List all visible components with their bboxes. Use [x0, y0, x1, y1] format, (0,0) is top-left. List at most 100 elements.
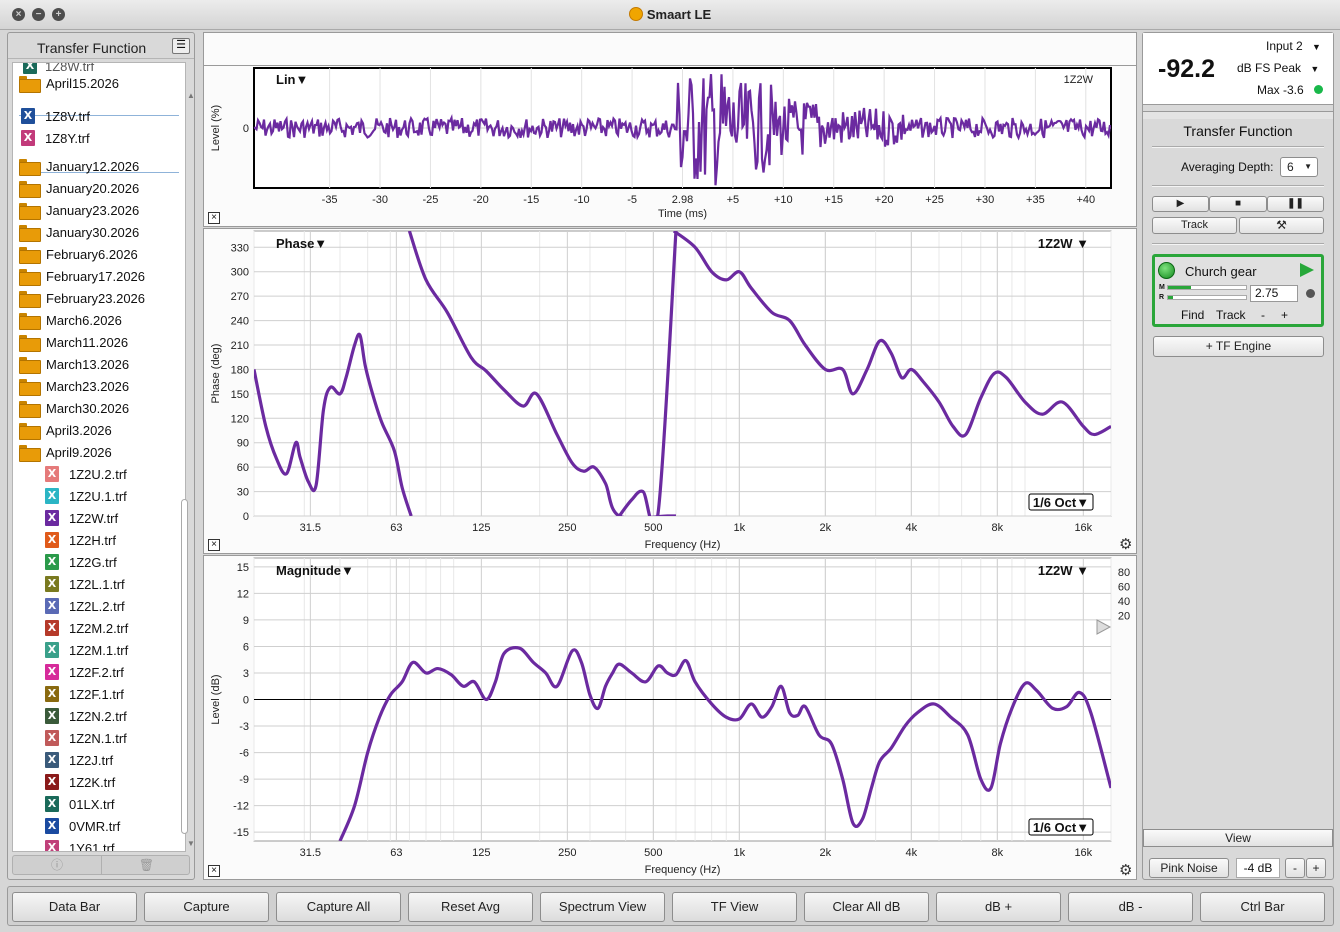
add-tf-engine-button[interactable]: + TF Engine	[1153, 336, 1324, 357]
engine-run-icon[interactable]	[1300, 263, 1314, 277]
tf-view-button[interactable]: TF View	[672, 892, 797, 922]
file-item[interactable]: X 1Z8Y.trf	[19, 127, 185, 149]
file-item[interactable]: X 1Z2H.trf	[43, 529, 185, 551]
clear-all-db-button[interactable]: Clear All dB	[804, 892, 929, 922]
folder-icon	[19, 181, 41, 198]
file-item[interactable]: X 1Z2M.1.trf	[43, 639, 185, 661]
file-icon: X	[45, 796, 59, 812]
view-button-label: View	[1225, 831, 1251, 845]
x-tick-label: 63	[390, 522, 402, 534]
folder-icon	[19, 445, 41, 462]
tools-button[interactable]: ⚒	[1239, 217, 1324, 234]
plot-settings-gear-icon[interactable]: ⚙	[1119, 861, 1132, 879]
folder-item[interactable]: February17.2026	[19, 265, 185, 287]
averaging-depth-select[interactable]: 6 ▼	[1280, 157, 1318, 177]
file-item[interactable]: X 0VMR.trf	[43, 815, 185, 837]
file-item[interactable]: X 1Z2L.1.trf	[43, 573, 185, 595]
find-button[interactable]: Find	[1181, 308, 1204, 322]
folder-item[interactable]: March23.2026	[19, 375, 185, 397]
folder-item[interactable]: March11.2026	[19, 331, 185, 353]
reset-avg-button[interactable]: Reset Avg	[408, 892, 533, 922]
pink-level-down-button[interactable]: -	[1285, 858, 1305, 878]
file-item[interactable]: X 1Z2N.2.trf	[43, 705, 185, 727]
trash-icon[interactable]: 🗑	[102, 856, 191, 874]
folder-item[interactable]: January30.2026	[19, 221, 185, 243]
folder-icon	[19, 76, 41, 93]
capture-button[interactable]: Capture	[144, 892, 269, 922]
capture-all-button[interactable]: Capture All	[276, 892, 401, 922]
tf-engine-card[interactable]: Church gear M R 2.75 Find Track - +	[1152, 254, 1324, 327]
pink-level-up-button[interactable]: +	[1306, 858, 1326, 878]
delay-decrement-button[interactable]: -	[1261, 308, 1265, 322]
pink-noise-level[interactable]: -4 dB	[1236, 858, 1280, 878]
scroll-down-icon[interactable]: ▼	[187, 839, 195, 848]
pink-noise-button[interactable]: Pink Noise	[1149, 858, 1229, 878]
view-button[interactable]: View	[1143, 829, 1333, 847]
list-item-label: 1Z2K.trf	[69, 775, 116, 790]
file-item[interactable]: X 1Z2N.1.trf	[43, 727, 185, 749]
folder-item[interactable]: February6.2026	[19, 243, 185, 265]
browser-menu-icon[interactable]: ☰	[172, 38, 190, 54]
play-button[interactable]: ▶	[1152, 196, 1209, 212]
pause-button[interactable]: ❚❚	[1267, 196, 1324, 212]
data-bar-button[interactable]: Data Bar	[12, 892, 137, 922]
plot-settings-gear-icon[interactable]: ⚙	[1119, 535, 1132, 553]
y-axis-label: Level (%)	[210, 105, 222, 151]
file-item[interactable]: X 1Y61.trf	[43, 837, 185, 851]
file-item[interactable]: X 1Z2F.2.trf	[43, 661, 185, 683]
db-button[interactable]: dB +	[936, 892, 1061, 922]
file-item[interactable]: X 1Z8V.trf	[19, 105, 185, 127]
folder-item[interactable]: March6.2026	[19, 309, 185, 331]
track-button[interactable]: Track	[1152, 217, 1237, 234]
x-tick-label: 63	[390, 847, 402, 859]
delay-field[interactable]: 2.75	[1250, 285, 1298, 302]
file-item[interactable]: X 01LX.trf	[43, 793, 185, 815]
file-tree[interactable]: X 1Z8W.trf April15.2026 X 1Z8V.trf X 1Z8Y.tr…	[12, 62, 186, 852]
folder-item[interactable]: April9.2026	[19, 441, 185, 463]
file-item[interactable]: X 1Z2U.2.trf	[43, 463, 185, 485]
input-select[interactable]: Input 2 ▼	[1266, 39, 1321, 53]
folder-item[interactable]: January20.2026	[19, 177, 185, 199]
file-item[interactable]: X 1Z2U.1.trf	[43, 485, 185, 507]
engine-name[interactable]: Church gear	[1185, 264, 1257, 279]
folder-item[interactable]: April3.2026	[19, 419, 185, 441]
magnitude-plot[interactable]: 31.5 63 125 250 500 1k 2k 4k 8k 16k -15 -12 -9 -6 -3 0 3…	[203, 555, 1137, 880]
meter-r-label: R	[1159, 294, 1165, 301]
file-item[interactable]: X 1Z2K.trf	[43, 771, 185, 793]
close-plot-icon[interactable]: ×	[208, 865, 220, 877]
y-tick-label: 180	[231, 364, 249, 376]
folder-item[interactable]: January23.2026	[19, 199, 185, 221]
plot-area	[253, 230, 1112, 517]
file-item[interactable]: X 1Z2W.trf	[43, 507, 185, 529]
trace-label: 1Z2W ▼	[1038, 563, 1089, 578]
reference-level-meter	[1167, 295, 1247, 300]
scroll-up-icon[interactable]: ▲	[187, 91, 195, 100]
list-item-label: April15.2026	[46, 76, 119, 91]
folder-item[interactable]: March30.2026	[19, 397, 185, 419]
delay-increment-button[interactable]: +	[1281, 308, 1288, 322]
engine-on-toggle-icon[interactable]	[1158, 262, 1175, 279]
control-panel: -92.2 Input 2 ▼ dB FS Peak ▼ Max -3.6 Tr…	[1142, 32, 1334, 880]
db-button[interactable]: dB -	[1068, 892, 1193, 922]
meter-mode-select[interactable]: dB FS Peak ▼	[1237, 61, 1319, 75]
phase-plot[interactable]: 31.5 63 125 250 500 1k 2k 4k 8k 16k 0 30 60 90 120 150 1…	[203, 228, 1137, 554]
folder-item[interactable]: March13.2026	[19, 353, 185, 375]
file-item[interactable]: X 1Z2L.2.trf	[43, 595, 185, 617]
track-delay-button[interactable]: Track	[1216, 308, 1246, 322]
stop-button[interactable]: ■	[1209, 196, 1267, 212]
file-item[interactable]: X 1Z2G.trf	[43, 551, 185, 573]
file-item[interactable]: X 1Z2M.2.trf	[43, 617, 185, 639]
file-item[interactable]: X 1Z2F.1.trf	[43, 683, 185, 705]
folder-item[interactable]: February23.2026	[19, 287, 185, 309]
input-meter[interactable]: -92.2 Input 2 ▼ dB FS Peak ▼ Max -3.6	[1143, 33, 1333, 105]
file-item[interactable]: X 1Z2J.trf	[43, 749, 185, 771]
ctrl-bar-button[interactable]: Ctrl Bar	[1200, 892, 1325, 922]
folder-item[interactable]: January12.2026	[19, 155, 185, 177]
info-icon[interactable]: ⓘ	[13, 856, 102, 874]
browser-scroll-thumb[interactable]	[181, 499, 188, 834]
impulse-response-plot[interactable]: -35 -30 -25 -20 -15 -10 -5 2.98 +5 +10 +15 +20 +25 +3…	[203, 65, 1137, 227]
close-plot-icon[interactable]: ×	[208, 212, 220, 224]
spectrum-view-button[interactable]: Spectrum View	[540, 892, 665, 922]
close-plot-icon[interactable]: ×	[208, 539, 220, 551]
folder-item[interactable]: April15.2026	[19, 72, 185, 94]
